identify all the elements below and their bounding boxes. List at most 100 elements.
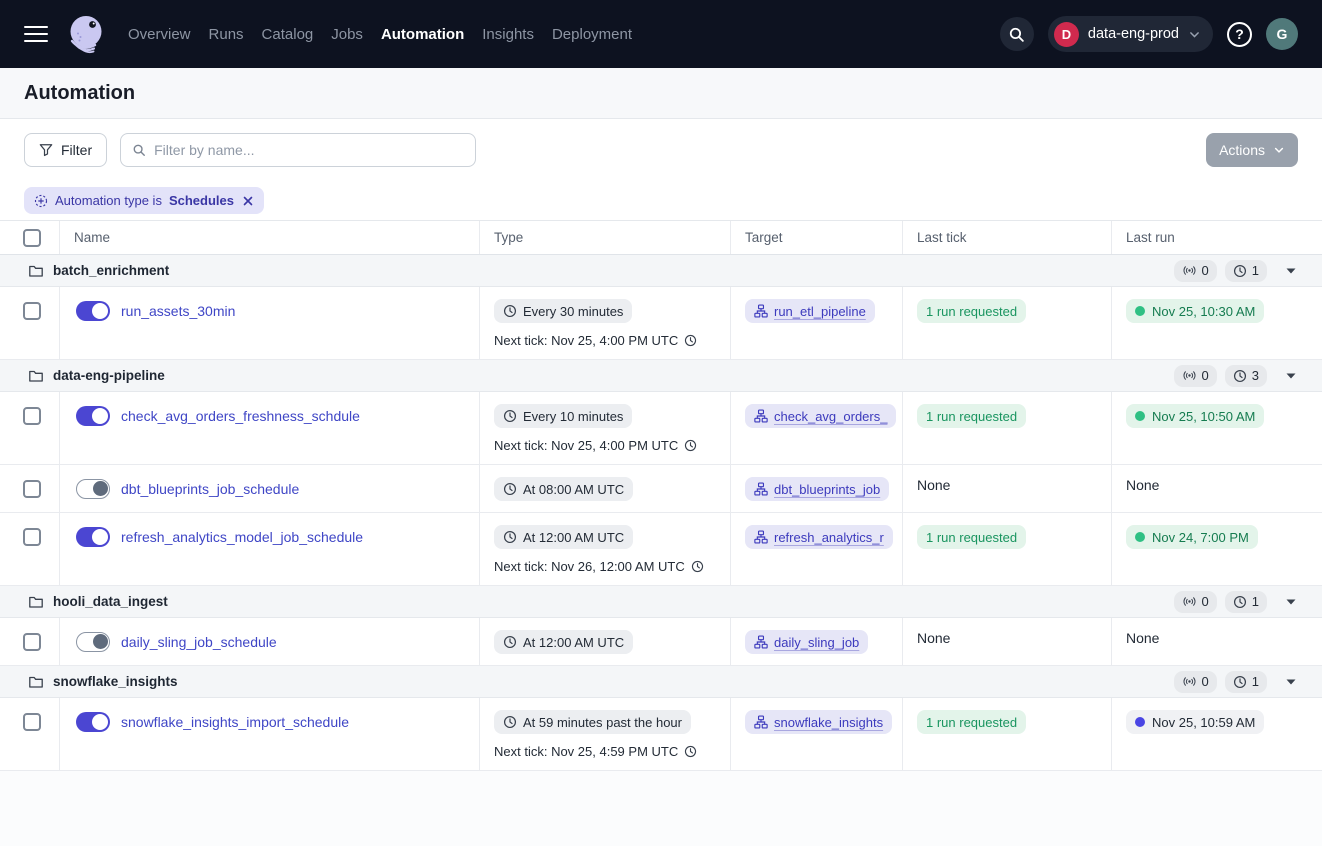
target-cell: check_avg_orders_ <box>731 392 903 464</box>
group-row[interactable]: snowflake_insights 0 1 <box>0 666 1322 698</box>
name-cell: check_avg_orders_freshness_schdule <box>60 392 480 464</box>
target-chip[interactable]: snowflake_insights <box>745 710 892 734</box>
type-cell: At 59 minutes past the hour Next tick: N… <box>480 698 731 770</box>
actions-button-label: Actions <box>1219 142 1265 158</box>
dagster-logo[interactable] <box>64 12 108 56</box>
automation-name-link[interactable]: run_assets_30min <box>121 303 235 319</box>
remove-filter-icon[interactable] <box>242 195 254 207</box>
automation-name-link[interactable]: refresh_analytics_model_job_schedule <box>121 529 363 545</box>
row-checkbox[interactable] <box>23 407 41 425</box>
caret-down-icon <box>1286 373 1296 379</box>
automation-row: daily_sling_job_schedule At 12:00 AM UTC… <box>0 618 1322 666</box>
clock-icon <box>503 304 517 318</box>
deployment-switcher[interactable]: D data-eng-prod <box>1048 16 1213 52</box>
octopus-logo-icon <box>64 12 108 56</box>
schedule-count-badge: 1 <box>1225 671 1267 693</box>
target-chip[interactable]: run_etl_pipeline <box>745 299 875 323</box>
actions-button[interactable]: Actions <box>1206 133 1298 167</box>
caret-down-icon <box>1286 599 1296 605</box>
column-header-type: Type <box>480 221 731 254</box>
search-button[interactable] <box>1000 17 1034 51</box>
target-chip[interactable]: daily_sling_job <box>745 630 868 654</box>
group-row[interactable]: batch_enrichment 0 1 <box>0 255 1322 287</box>
job-graph-icon <box>754 482 768 496</box>
last-run-badge[interactable]: Nov 25, 10:30 AM <box>1126 299 1264 323</box>
automation-name-link[interactable]: daily_sling_job_schedule <box>121 634 277 650</box>
deployment-name: data-eng-prod <box>1088 26 1179 42</box>
name-cell: run_assets_30min <box>60 287 480 359</box>
folder-icon <box>28 263 44 279</box>
folder-icon <box>28 674 44 690</box>
row-checkbox[interactable] <box>23 480 41 498</box>
schedule-toggle[interactable] <box>76 406 110 426</box>
sensor-icon <box>1182 264 1197 277</box>
clock-icon <box>1233 369 1247 383</box>
nav-item-catalog[interactable]: Catalog <box>262 26 314 43</box>
schedule-count-badge: 1 <box>1225 260 1267 282</box>
automation-name-link[interactable]: snowflake_insights_import_schedule <box>121 714 349 730</box>
filter-chip-prefix: Automation type is <box>55 193 162 208</box>
nav-item-jobs[interactable]: Jobs <box>331 26 363 43</box>
help-button[interactable]: ? <box>1227 22 1252 47</box>
automation-type-filter-chip[interactable]: Automation type is Schedules <box>24 187 264 214</box>
collapse-caret-icon[interactable] <box>1286 268 1296 274</box>
name-filter-input[interactable] <box>154 142 464 158</box>
row-checkbox[interactable] <box>23 713 41 731</box>
schedule-toggle[interactable] <box>76 712 110 732</box>
search-icon <box>1008 26 1025 43</box>
group-name: data-eng-pipeline <box>53 368 165 383</box>
schedule-toggle[interactable] <box>76 479 110 499</box>
select-all-checkbox[interactable] <box>23 229 41 247</box>
collapse-caret-icon[interactable] <box>1286 599 1296 605</box>
group-name: hooli_data_ingest <box>53 594 168 609</box>
type-cell: At 12:00 AM UTC Next tick: Nov 26, 12:00… <box>480 513 731 585</box>
caret-down-icon <box>1286 268 1296 274</box>
job-graph-icon <box>754 304 768 318</box>
last-tick-cell: 1 run requested <box>903 698 1112 770</box>
collapse-caret-icon[interactable] <box>1286 679 1296 685</box>
target-chip[interactable]: dbt_blueprints_job <box>745 477 889 501</box>
schedule-toggle[interactable] <box>76 527 110 547</box>
target-cell: daily_sling_job <box>731 618 903 665</box>
chevron-down-icon <box>1188 28 1201 41</box>
next-tick-text: Next tick: Nov 26, 12:00 AM UTC <box>494 559 730 574</box>
caret-down-icon <box>1286 679 1296 685</box>
automation-name-link[interactable]: check_avg_orders_freshness_schdule <box>121 408 360 424</box>
last-run-cell: Nov 25, 10:50 AM <box>1112 392 1322 464</box>
nav-item-overview[interactable]: Overview <box>128 26 191 43</box>
last-run-cell: None <box>1112 618 1322 665</box>
clock-icon <box>1233 675 1247 689</box>
filter-button[interactable]: Filter <box>24 133 107 167</box>
row-checkbox[interactable] <box>23 528 41 546</box>
funnel-icon <box>39 143 53 157</box>
nav-item-deployment[interactable]: Deployment <box>552 26 632 43</box>
nav-item-insights[interactable]: Insights <box>482 26 534 43</box>
automation-row: snowflake_insights_import_schedule At 59… <box>0 698 1322 771</box>
nav-item-runs[interactable]: Runs <box>209 26 244 43</box>
name-cell: daily_sling_job_schedule <box>60 618 480 665</box>
row-checkbox[interactable] <box>23 302 41 320</box>
menu-icon[interactable] <box>24 26 48 43</box>
header-checkbox-cell <box>0 221 60 254</box>
search-icon <box>132 143 146 157</box>
automation-row: check_avg_orders_freshness_schdule Every… <box>0 392 1322 465</box>
nav-item-automation[interactable]: Automation <box>381 26 464 43</box>
collapse-caret-icon[interactable] <box>1286 373 1296 379</box>
group-row[interactable]: data-eng-pipeline 0 3 <box>0 360 1322 392</box>
target-cell: dbt_blueprints_job <box>731 465 903 512</box>
target-chip[interactable]: refresh_analytics_r <box>745 525 893 549</box>
row-checkbox[interactable] <box>23 633 41 651</box>
user-avatar[interactable]: G <box>1266 18 1298 50</box>
target-chip[interactable]: check_avg_orders_ <box>745 404 896 428</box>
last-tick-badge: 1 run requested <box>917 710 1026 734</box>
schedule-toggle[interactable] <box>76 301 110 321</box>
last-run-badge[interactable]: Nov 25, 10:50 AM <box>1126 404 1264 428</box>
type-cell: At 08:00 AM UTC <box>480 465 731 512</box>
schedule-toggle[interactable] <box>76 632 110 652</box>
last-run-badge[interactable]: Nov 25, 10:59 AM <box>1126 710 1264 734</box>
automation-name-link[interactable]: dbt_blueprints_job_schedule <box>121 481 299 497</box>
last-run-badge[interactable]: Nov 24, 7:00 PM <box>1126 525 1258 549</box>
group-row[interactable]: hooli_data_ingest 0 1 <box>0 586 1322 618</box>
last-run-cell: Nov 25, 10:59 AM <box>1112 698 1322 770</box>
folder-icon <box>28 368 44 384</box>
